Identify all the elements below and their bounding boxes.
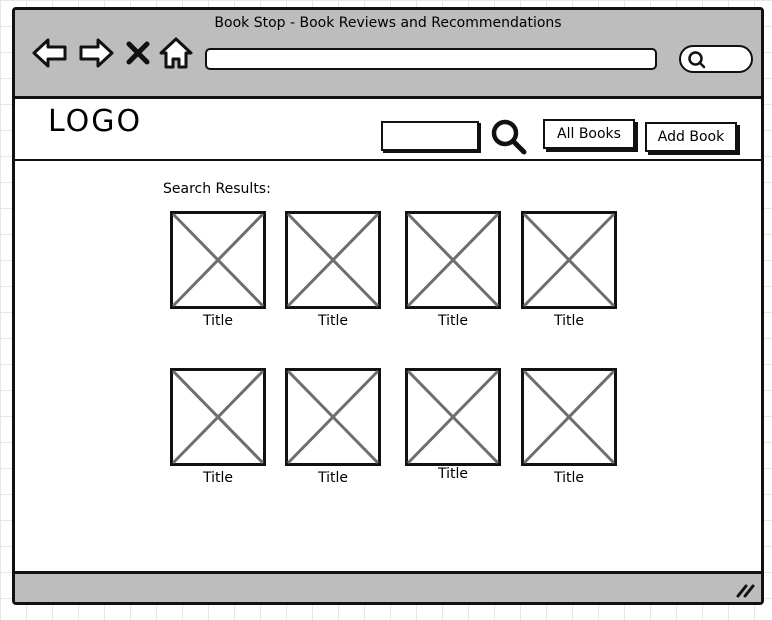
book-card[interactable]: Title xyxy=(405,211,501,329)
search-icon xyxy=(688,51,706,69)
book-card[interactable]: Title xyxy=(170,368,266,486)
arrow-left-icon[interactable] xyxy=(31,36,69,70)
site-header: LOGO All Books Add Book xyxy=(15,99,761,161)
all-books-button[interactable]: All Books xyxy=(543,119,635,149)
search-icon[interactable] xyxy=(489,117,529,157)
book-title: Title xyxy=(437,313,468,329)
status-bar xyxy=(15,571,761,602)
image-placeholder-icon xyxy=(170,368,266,466)
book-title: Title xyxy=(202,313,233,329)
window-title: Book Stop - Book Reviews and Recommendat… xyxy=(214,15,562,31)
close-icon[interactable] xyxy=(123,36,153,70)
address-bar[interactable] xyxy=(205,48,657,70)
image-placeholder-icon xyxy=(405,368,501,466)
book-title: Title xyxy=(202,470,233,486)
book-title: Title xyxy=(553,470,584,486)
search-results-heading: Search Results: xyxy=(163,181,271,197)
book-card[interactable]: Title xyxy=(405,368,501,482)
browser-window: Book Stop - Book Reviews and Recommendat… xyxy=(12,7,764,605)
browser-toolbar: Book Stop - Book Reviews and Recommendat… xyxy=(15,10,761,99)
resize-grip-icon[interactable] xyxy=(735,582,755,598)
book-card[interactable]: Title xyxy=(285,211,381,329)
arrow-right-icon[interactable] xyxy=(77,36,115,70)
image-placeholder-icon xyxy=(285,368,381,466)
home-icon[interactable] xyxy=(157,36,195,70)
image-placeholder-icon xyxy=(521,211,617,309)
results-grid: Title Title Title Title Title Title Titl… xyxy=(170,211,630,511)
search-input[interactable] xyxy=(381,121,479,151)
book-card[interactable]: Title xyxy=(521,368,617,486)
book-card[interactable]: Title xyxy=(170,211,266,329)
book-card[interactable]: Title xyxy=(285,368,381,486)
logo[interactable]: LOGO xyxy=(48,104,142,139)
book-title: Title xyxy=(317,470,348,486)
image-placeholder-icon xyxy=(405,211,501,309)
book-card[interactable]: Title xyxy=(521,211,617,329)
image-placeholder-icon xyxy=(285,211,381,309)
book-title: Title xyxy=(553,313,584,329)
image-placeholder-icon xyxy=(170,211,266,309)
book-title: Title xyxy=(437,466,468,482)
browser-search-field[interactable] xyxy=(679,45,753,73)
add-book-button[interactable]: Add Book xyxy=(645,122,737,152)
book-title: Title xyxy=(317,313,348,329)
image-placeholder-icon xyxy=(521,368,617,466)
